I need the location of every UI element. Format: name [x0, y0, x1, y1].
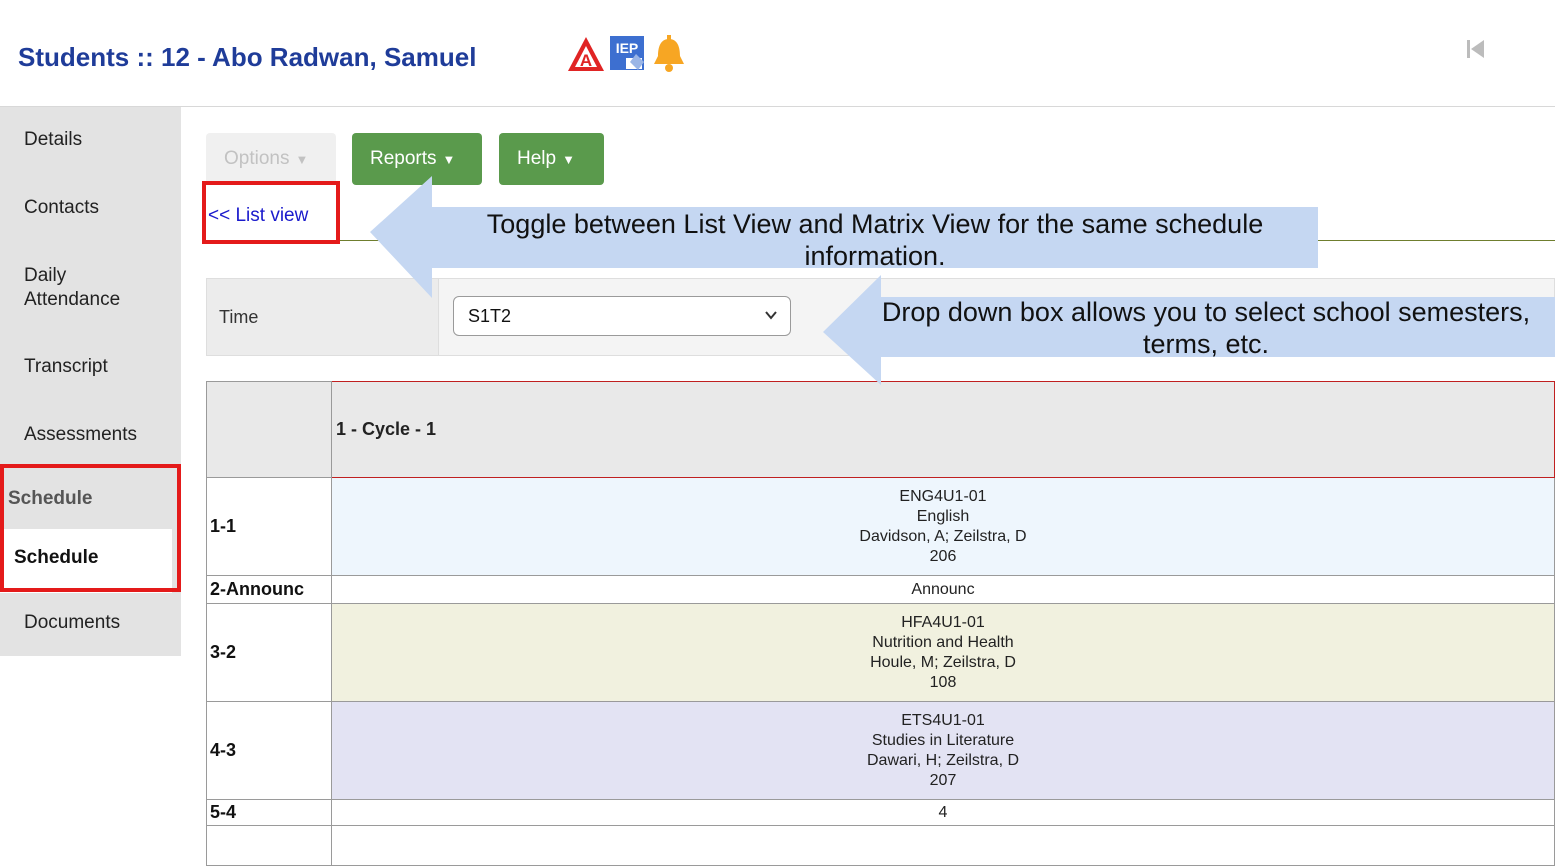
dropdown-annotation: Drop down box allows you to select schoo… — [881, 297, 1531, 359]
annotation-arrows — [370, 176, 1555, 385]
toggle-annotation: Toggle between List View and Matrix View… — [486, 209, 1264, 271]
